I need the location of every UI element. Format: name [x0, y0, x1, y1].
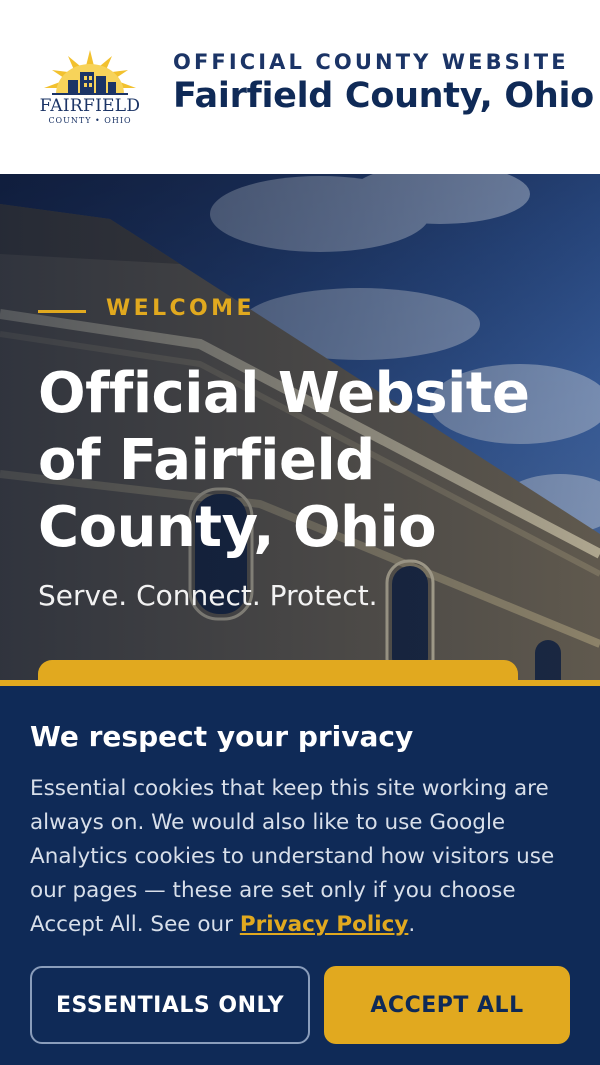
- hero-tagline: Serve. Connect. Protect.: [38, 579, 378, 612]
- hero-eyebrow: WELCOME: [106, 296, 255, 321]
- logo-name: FAIRFIELD: [39, 96, 141, 116]
- cookie-text-end: .: [408, 912, 416, 937]
- site-header: FAIRFIELD COUNTY • OHIO OFFICIAL COUNTY …: [0, 0, 600, 174]
- privacy-policy-link[interactable]: Privacy Policy: [240, 912, 409, 937]
- cookie-description: Essential cookies that keep this site wo…: [30, 772, 575, 942]
- sunburst-logo-icon: [44, 50, 136, 95]
- essentials-only-button[interactable]: ESSENTIALS ONLY: [30, 966, 310, 1044]
- cookie-title: We respect your privacy: [30, 720, 414, 753]
- site-name[interactable]: Fairfield County, Ohio: [173, 76, 594, 116]
- cookie-consent-banner: We respect your privacy Essential cookie…: [0, 680, 600, 1065]
- welcome-accent-line: [38, 310, 86, 313]
- hero-title-line: of Fairfield: [38, 428, 375, 493]
- logo-subtitle: COUNTY • OHIO: [48, 116, 132, 125]
- accept-all-button[interactable]: ACCEPT ALL: [324, 966, 570, 1044]
- hero-title: Official Website of Fairfield County, Oh…: [38, 360, 578, 561]
- header-eyebrow: OFFICIAL COUNTY WEBSITE: [173, 50, 569, 74]
- hero-title-line: County, Ohio: [38, 495, 437, 560]
- county-logo[interactable]: FAIRFIELD COUNTY • OHIO: [38, 46, 142, 130]
- hero-title-line: Official Website: [38, 361, 530, 426]
- hero-section: WELCOME Official Website of Fairfield Co…: [0, 174, 600, 686]
